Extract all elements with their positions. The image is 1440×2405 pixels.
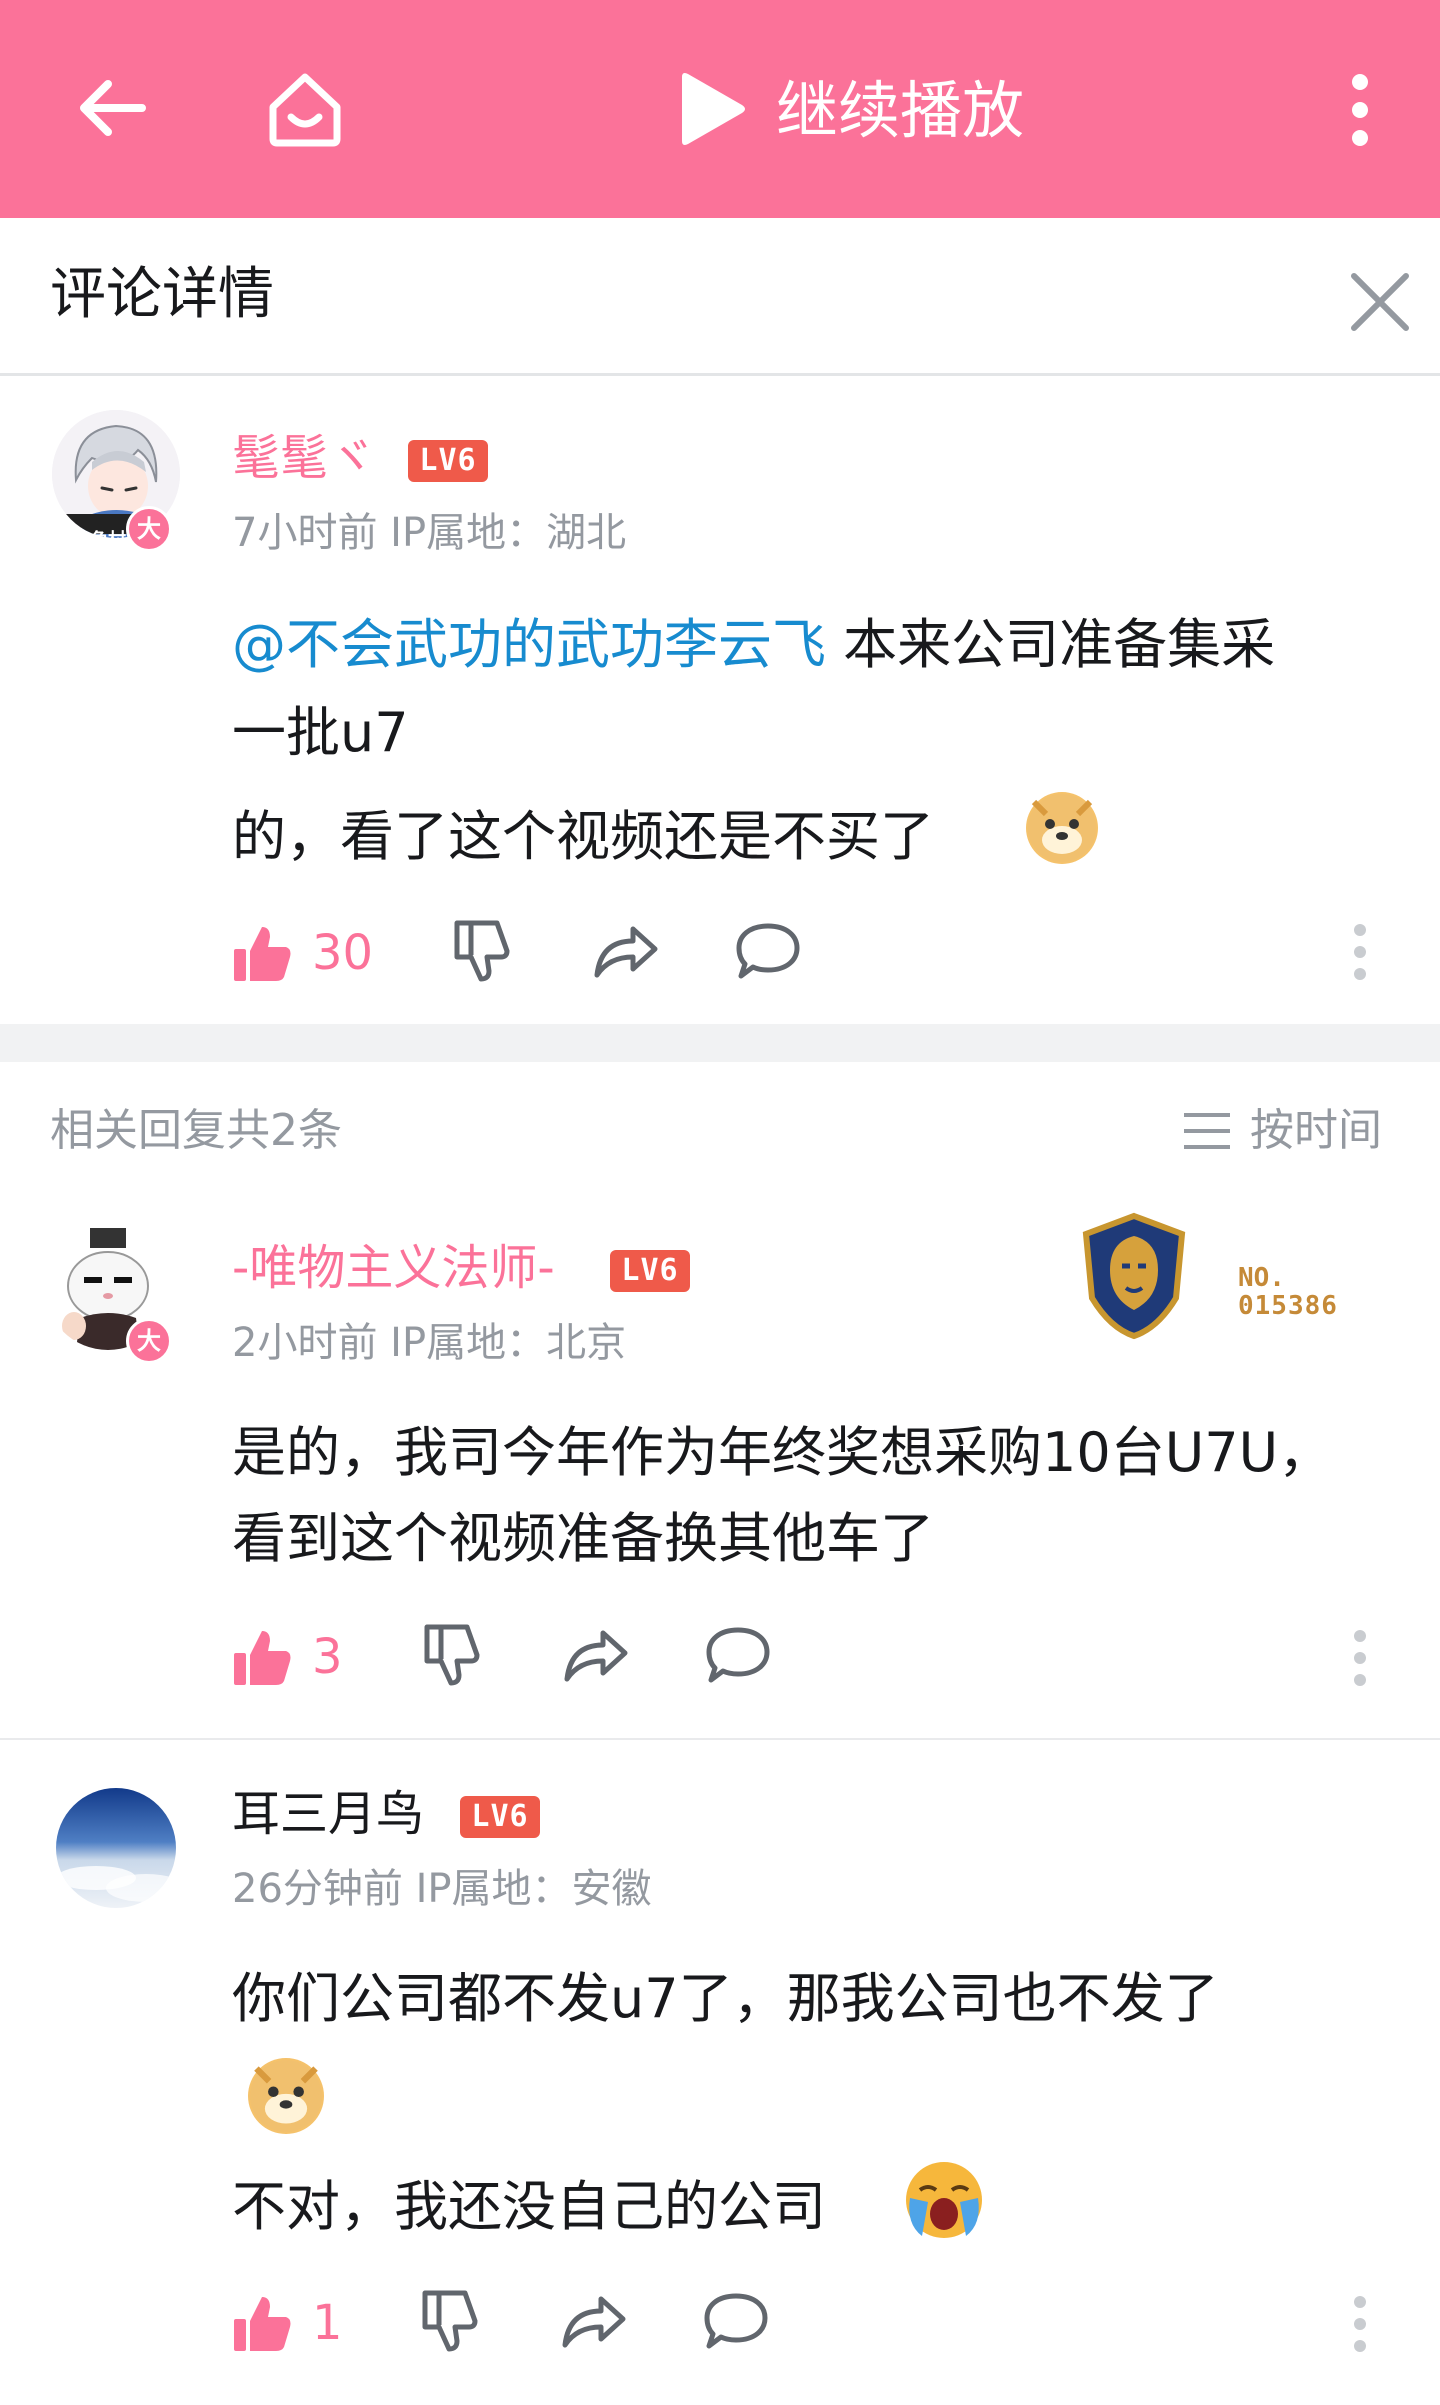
top-bar: 继续播放 (0, 0, 1440, 218)
reply-button[interactable] (735, 922, 801, 984)
list-icon (1184, 1113, 1230, 1149)
reply-username[interactable]: 耳三月鸟 (232, 1784, 424, 1844)
reply-bubble-icon (736, 923, 800, 979)
reply-actions: 3 (232, 1622, 771, 1692)
reply-text-line-2: 不对，我还没自己的公司 (232, 2175, 826, 2238)
reply-bubble-icon (706, 1627, 770, 1683)
back-arrow-icon (80, 80, 146, 136)
page-title: 评论详情 (50, 262, 274, 327)
like-button[interactable]: 3 (232, 1627, 343, 1687)
more-button[interactable] (1320, 60, 1400, 160)
comment-text-line-3: 的，看了这个视频还是不买了 (232, 805, 934, 868)
thumbs-up-icon (234, 1631, 291, 1685)
level-badge: LV6 (460, 1796, 540, 1838)
level-badge: LV6 (610, 1250, 690, 1292)
thumbs-down-icon (424, 1624, 480, 1686)
reply-username[interactable]: -唯物主义法师- (232, 1238, 555, 1298)
thumbs-up-icon (234, 927, 291, 981)
more-vertical-icon (1352, 74, 1368, 146)
dislike-button[interactable] (451, 919, 513, 987)
level-badge: LV6 (408, 440, 488, 482)
home-icon (269, 73, 341, 147)
comment-text-line-1: @不会武功的武功李云飞 本来公司准备集采 (232, 606, 1275, 684)
like-count: 3 (312, 1629, 343, 1685)
comment-more-button[interactable] (1346, 922, 1374, 982)
reply-more-button[interactable] (1346, 2294, 1374, 2354)
reply-text-line-1: 是的，我司今年作为年终奖想采购10台U7U， (232, 1421, 1333, 1484)
sort-by-time-button[interactable]: 按时间 (1182, 1103, 1382, 1159)
comment-actions: 30 (232, 918, 801, 988)
reply-actions: 1 (232, 2288, 769, 2358)
like-count: 1 (312, 2295, 343, 2351)
share-icon (564, 1630, 628, 1682)
alliance-lion-emblem-icon (1082, 1212, 1186, 1340)
back-button[interactable] (62, 58, 162, 158)
share-button[interactable] (561, 2293, 627, 2353)
fan-badge-number: 015386 (1238, 1291, 1338, 1321)
dislike-button[interactable] (421, 1623, 483, 1691)
more-vertical-icon (1354, 1630, 1366, 1686)
reply-bubble-icon (704, 2293, 768, 2349)
avatar-badge: 大 (126, 1318, 172, 1364)
like-count: 30 (312, 925, 374, 981)
reply-button[interactable] (703, 2292, 769, 2354)
play-icon (682, 73, 745, 145)
more-vertical-icon (1354, 924, 1366, 980)
reply-more-button[interactable] (1346, 1628, 1374, 1688)
doge-emoji-icon (1026, 792, 1098, 864)
reply-text-line-1: 你们公司都不发u7了，那我公司也不发了 (232, 1967, 1219, 2030)
doge-emoji-icon (248, 2058, 324, 2134)
avatar[interactable] (56, 1788, 176, 1908)
user-mention-link[interactable]: @不会武功的武功李云飞 (232, 613, 826, 676)
fan-badge[interactable]: NO. 015386 (1078, 1212, 1368, 1342)
fan-badge-label: NO. (1238, 1263, 1285, 1293)
sort-label: 按时间 (1250, 1105, 1382, 1156)
avatar-sky-icon (56, 1788, 176, 1908)
crying-emoji-icon (902, 2158, 986, 2242)
thumbs-down-icon (454, 920, 510, 982)
comment-username[interactable]: 髦髦ヾ (232, 428, 376, 488)
continue-play-label[interactable]: 继续播放 (776, 66, 1024, 156)
comment-meta: 7小时前 IP属地：湖北 (232, 510, 627, 556)
more-vertical-icon (1354, 2296, 1366, 2352)
share-icon (562, 2296, 626, 2348)
comment-text-line-2: 一批u7 (232, 701, 409, 764)
header-divider (0, 373, 1440, 376)
avatar-caption: 主角村 (72, 530, 126, 551)
thumbs-up-icon (234, 2297, 291, 2351)
like-button[interactable]: 30 (232, 923, 373, 983)
dislike-button[interactable] (419, 2289, 481, 2357)
like-button[interactable]: 1 (232, 2293, 343, 2353)
share-icon (594, 926, 658, 978)
thumbs-down-icon (422, 2290, 478, 2352)
reply-button[interactable] (705, 1626, 771, 1688)
close-button[interactable] (1340, 262, 1420, 342)
close-icon (1351, 273, 1409, 331)
avatar-badge: 大 (126, 506, 172, 552)
comment-text-fragment: 本来公司准备集采 (826, 613, 1276, 676)
reply-meta: 26分钟前 IP属地：安徽 (232, 1866, 652, 1912)
reply-meta: 2小时前 IP属地：北京 (232, 1320, 627, 1366)
share-button[interactable] (593, 923, 659, 983)
home-button[interactable] (250, 54, 360, 164)
section-separator (0, 1024, 1440, 1062)
reply-divider (0, 1738, 1440, 1740)
comment-detail-header: 评论详情 (0, 218, 1440, 373)
share-button[interactable] (563, 1627, 629, 1687)
reply-count-label: 相关回复共2条 (50, 1105, 342, 1156)
reply-text-line-2: 看到这个视频准备换其他车了 (232, 1507, 934, 1570)
continue-play-button[interactable] (660, 64, 760, 154)
